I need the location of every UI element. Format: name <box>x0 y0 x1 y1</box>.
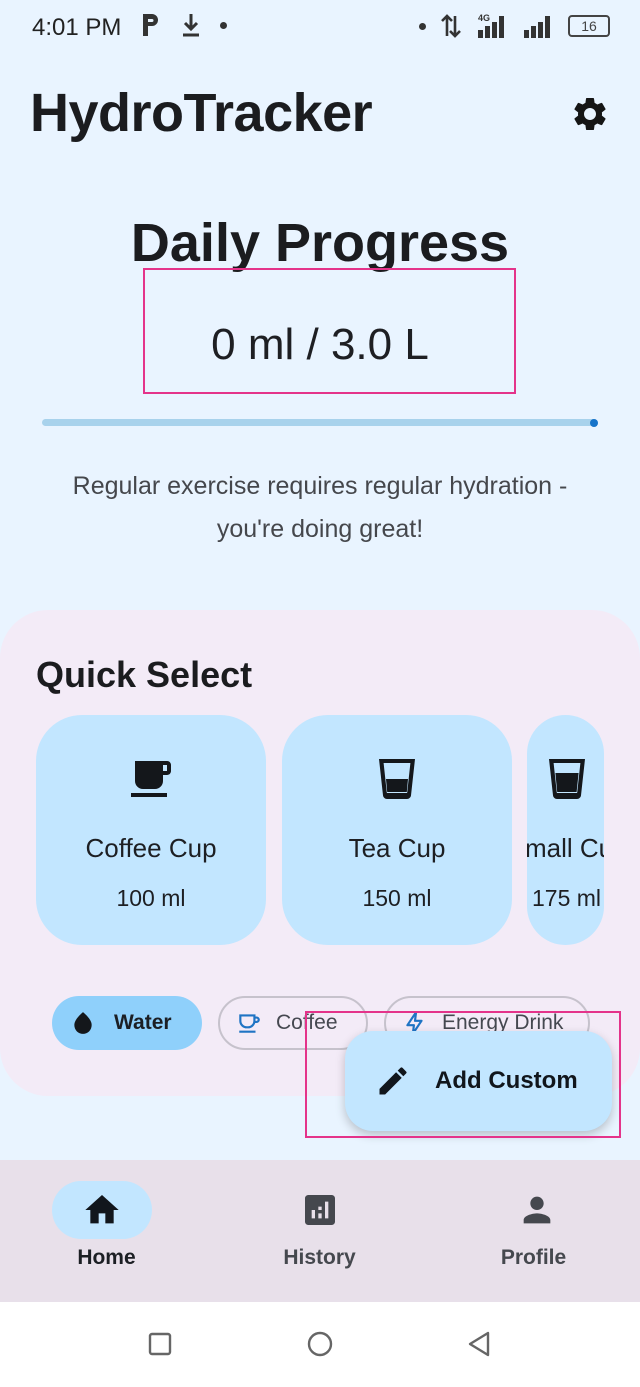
water-drop-icon <box>74 1012 92 1034</box>
system-nav-bar <box>0 1302 640 1387</box>
coffee-cup-icon <box>131 761 171 797</box>
signal-icon <box>524 16 550 38</box>
status-bar: 4:01 PM 4G 16 <box>0 0 640 56</box>
chip-water[interactable]: Water <box>52 996 202 1050</box>
data-arrows-icon <box>441 14 461 38</box>
download-icon <box>183 14 199 37</box>
svg-text:4G: 4G <box>478 13 490 23</box>
highlight-box-add-custom <box>305 1011 621 1138</box>
back-icon[interactable] <box>466 1331 492 1357</box>
nav-label: Profile <box>500 1246 567 1269</box>
quick-select-title: Quick Select <box>36 654 253 695</box>
battery-icon: 16 <box>568 15 610 37</box>
parking-icon <box>143 14 158 36</box>
bottom-nav: Home History Profile <box>0 1160 640 1302</box>
quick-card-amount: 150 ml <box>362 885 432 911</box>
home-circle-icon[interactable] <box>307 1331 333 1357</box>
glass-icon <box>379 759 415 799</box>
quick-card-name: Coffee Cup <box>85 833 217 863</box>
progress-bar <box>42 419 596 426</box>
nav-label: Home <box>77 1246 136 1269</box>
home-icon <box>85 1195 119 1224</box>
progress-title: Daily Progress <box>130 213 510 273</box>
quick-card-name: Tea Cup <box>348 833 446 863</box>
nav-item-profile[interactable]: Profile <box>427 1160 640 1302</box>
quick-card-amount: 175 ml <box>532 885 602 911</box>
progress-bar-end-dot <box>590 419 598 427</box>
recents-icon[interactable] <box>148 1332 172 1356</box>
chip-label: Water <box>114 1011 172 1034</box>
status-icons-right: 4G 16 <box>419 12 610 40</box>
coffee-icon <box>239 1014 260 1033</box>
quick-card-small-cup[interactable]: mall Cu 175 ml <box>527 715 604 945</box>
glass-icon <box>549 759 585 799</box>
nav-item-home[interactable]: Home <box>0 1160 213 1302</box>
app-title: HydroTracker <box>30 83 373 143</box>
status-time: 4:01 PM <box>32 14 122 41</box>
signal-4g-icon: 4G <box>478 13 504 38</box>
quick-card-amount: 100 ml <box>116 885 186 911</box>
gear-icon[interactable] <box>570 94 610 134</box>
quick-card-coffee-cup[interactable]: Coffee Cup 100 ml <box>36 715 266 945</box>
nav-label: History <box>283 1246 356 1269</box>
dot-icon <box>419 22 426 30</box>
bar-chart-icon <box>305 1195 335 1225</box>
person-icon <box>523 1196 551 1224</box>
quick-card-name: mall Cu <box>527 833 604 863</box>
motivation-message: Regular exercise requires regular hydrat… <box>72 472 568 543</box>
nav-item-history[interactable]: History <box>213 1160 426 1302</box>
quick-card-tea-cup[interactable]: Tea Cup 150 ml <box>282 715 512 945</box>
dot-icon <box>220 21 227 29</box>
status-icons-left <box>140 12 227 38</box>
progress-value: 0 ml / 3.0 L <box>211 320 429 369</box>
